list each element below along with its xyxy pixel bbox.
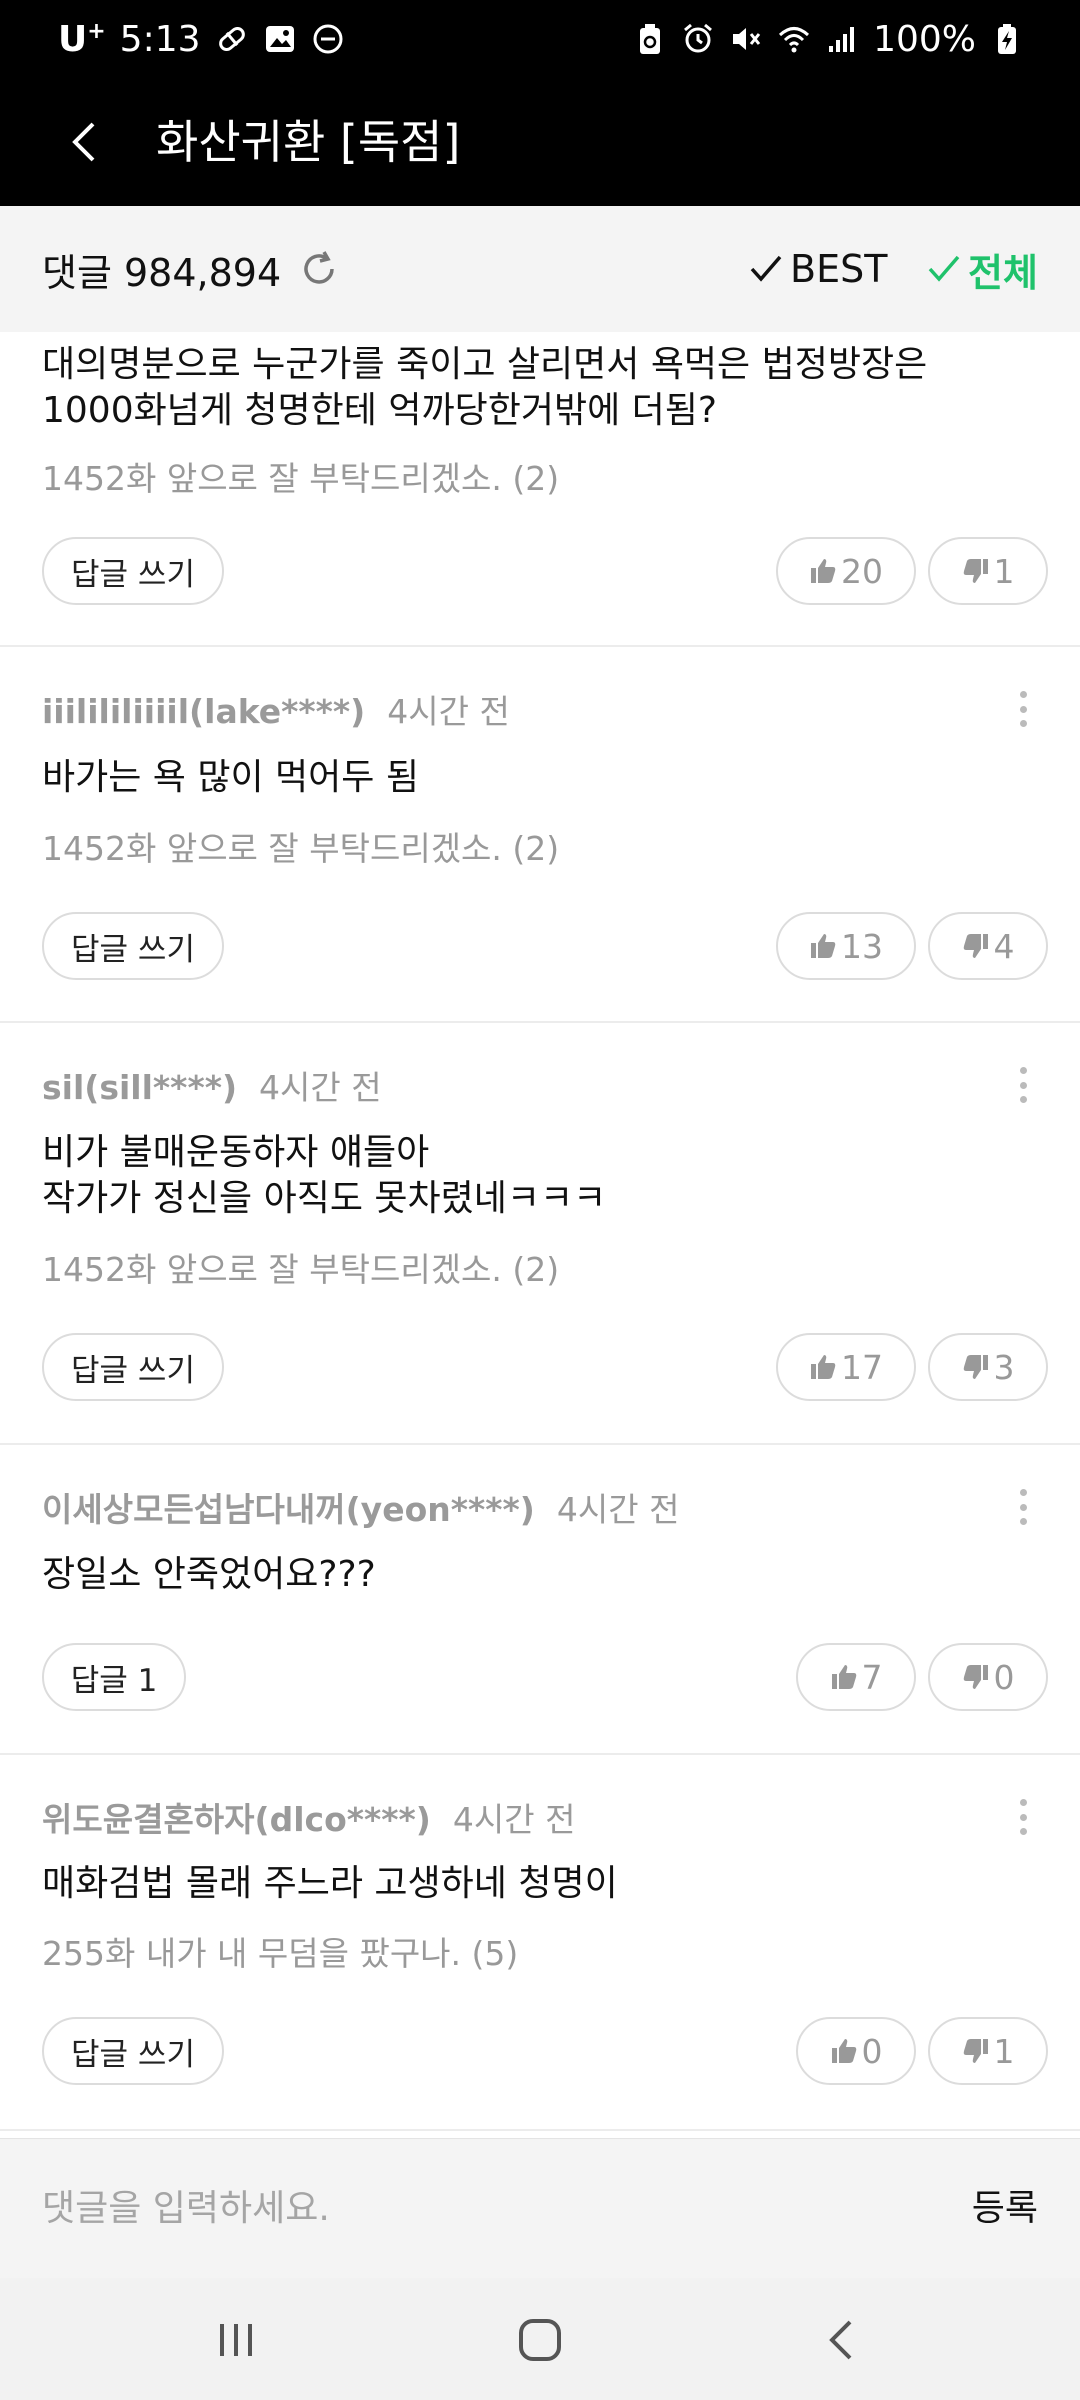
back-button[interactable] — [40, 100, 130, 184]
app-bar: 화산귀환 [독점] — [0, 78, 1080, 206]
comment-item: 이세상모든섭남다내꺼(yeon****) 4시간 전 장일소 안죽었어요??? 답… — [0, 1445, 1080, 1755]
carrier-label: U+ — [58, 18, 106, 60]
reply-button[interactable]: 답글 1 — [42, 1643, 186, 1711]
refresh-icon[interactable] — [299, 249, 339, 289]
comment-text: 장일소 안죽었어요??? — [42, 1554, 376, 1595]
system-nav-bar — [0, 2278, 1080, 2400]
filter-all-button[interactable]: 전체 — [926, 206, 1038, 332]
divider — [0, 2129, 1080, 2131]
check-icon — [928, 255, 960, 282]
comment-text: 비가 불매운동하자 얘들아 작가가 정신을 아직도 못차렸네ㅋㅋㅋ — [42, 1132, 607, 1219]
comment-item: 대의명분으로 누군가를 죽이고 살리면서 욕먹은 법정방장은 1000화넘게 청명… — [0, 332, 1080, 647]
thumbs-up-icon — [811, 934, 836, 958]
filter-best-button[interactable]: BEST — [748, 206, 887, 332]
thumbs-up-icon — [811, 1355, 836, 1379]
pill-icon — [215, 22, 249, 56]
comment-episode[interactable]: 255화 내가 내 무덤을 팠구나. (5) — [42, 1927, 518, 1975]
comment-nickname[interactable]: iiilililiiiil(lake****) — [42, 692, 365, 731]
comment-episode[interactable]: 1452화 앞으로 잘 부탁드리겠소. (2) — [42, 822, 559, 870]
thumbs-down-icon — [963, 2039, 988, 2063]
like-button[interactable]: 13 — [776, 912, 916, 980]
data-saver-icon — [633, 22, 667, 56]
comment-item: iiilililiiiil(lake****) 4시간 전 바가는 욕 많이 먹어… — [0, 647, 1080, 1023]
comment-time: 4시간 전 — [387, 692, 510, 731]
recents-icon — [220, 2324, 252, 2356]
chevron-left-icon — [829, 2320, 852, 2360]
comment-nickname[interactable]: 이세상모든섭남다내꺼(yeon****) — [42, 1490, 535, 1529]
comment-item: sil(sill****) 4시간 전 비가 불매운동하자 얘들아 작가가 정신을… — [0, 1023, 1080, 1445]
signal-icon — [825, 22, 859, 56]
reply-button[interactable]: 답글 쓰기 — [42, 537, 224, 605]
thumbs-up-icon — [811, 559, 836, 583]
comment-nickname[interactable]: sil(sill****) — [42, 1068, 237, 1107]
clock: 5:13 — [119, 18, 201, 60]
filter-all-label: 전체 — [968, 250, 1038, 295]
recents-button[interactable] — [186, 2300, 286, 2380]
thumbs-down-icon — [963, 934, 988, 958]
comment-input-bar: 댓글을 입력하세요. 등록 — [0, 2138, 1080, 2278]
like-button[interactable]: 20 — [776, 537, 916, 605]
dislike-button[interactable]: 4 — [928, 912, 1048, 980]
like-button[interactable]: 17 — [776, 1333, 916, 1401]
reply-button[interactable]: 답글 쓰기 — [42, 2017, 224, 2085]
comment-count-label: 댓글 984,894 — [42, 250, 282, 295]
status-bar: U+ 5:13 100% — [0, 0, 1080, 78]
comment-meta: 위도윤결혼하자(dlco****) 4시간 전 — [42, 1793, 575, 1841]
more-vertical-icon[interactable] — [1008, 1797, 1038, 1837]
wifi-icon — [777, 22, 811, 56]
comment-count: 댓글 984,894 — [42, 206, 339, 332]
like-button[interactable]: 7 — [796, 1643, 916, 1711]
reply-button[interactable]: 답글 쓰기 — [42, 912, 224, 980]
comment-meta: sil(sill****) 4시간 전 — [42, 1061, 382, 1109]
like-button[interactable]: 0 — [796, 2017, 916, 2085]
reply-button[interactable]: 답글 쓰기 — [42, 1333, 224, 1401]
more-vertical-icon[interactable] — [1008, 689, 1038, 729]
dnd-icon — [311, 22, 345, 56]
thumbs-down-icon — [963, 559, 988, 583]
comment-episode[interactable]: 1452화 앞으로 잘 부탁드리겠소. (2) — [42, 1243, 559, 1291]
submit-button[interactable]: 등록 — [972, 2139, 1038, 2279]
back-nav-button[interactable] — [792, 2300, 892, 2380]
dislike-button[interactable]: 1 — [928, 537, 1048, 605]
comment-time: 4시간 전 — [259, 1068, 382, 1107]
comment-text: 매화검법 몰래 주느라 고생하네 청명이 — [42, 1863, 618, 1904]
thumbs-up-icon — [831, 1665, 856, 1689]
thumbs-down-icon — [963, 1355, 988, 1379]
more-vertical-icon[interactable] — [1008, 1487, 1038, 1527]
comment-episode[interactable]: 1452화 앞으로 잘 부탁드리겠소. (2) — [42, 452, 559, 500]
home-button[interactable] — [490, 2300, 590, 2380]
page-title: 화산귀환 [독점] — [156, 115, 461, 169]
dislike-button[interactable]: 3 — [928, 1333, 1048, 1401]
comment-list[interactable]: 대의명분으로 누군가를 죽이고 살리면서 욕먹은 법정방장은 1000화넘게 청명… — [0, 332, 1080, 2138]
battery-level: 100% — [873, 18, 976, 60]
comment-input[interactable]: 댓글을 입력하세요. — [42, 2139, 330, 2279]
check-icon — [750, 255, 782, 282]
comment-text: 바가는 욕 많이 먹어두 됨 — [42, 757, 419, 798]
filter-best-label: BEST — [790, 247, 888, 291]
comment-meta: 이세상모든섭남다내꺼(yeon****) 4시간 전 — [42, 1483, 679, 1531]
more-vertical-icon[interactable] — [1008, 1065, 1038, 1105]
comments-header: 댓글 984,894 BEST 전체 — [0, 206, 1080, 332]
dislike-button[interactable]: 1 — [928, 2017, 1048, 2085]
comment-nickname[interactable]: 위도윤결혼하자(dlco****) — [42, 1800, 431, 1839]
comment-text: 대의명분으로 누군가를 죽이고 살리면서 욕먹은 법정방장은 1000화넘게 청명… — [42, 344, 928, 431]
comment-meta: iiilililiiiil(lake****) 4시간 전 — [42, 685, 510, 733]
chevron-left-icon — [72, 122, 95, 162]
battery-charging-icon — [990, 22, 1024, 56]
dislike-button[interactable]: 0 — [928, 1643, 1048, 1711]
gallery-icon — [263, 22, 297, 56]
thumbs-down-icon — [963, 1665, 988, 1689]
mute-icon — [729, 22, 763, 56]
comment-time: 4시간 전 — [556, 1490, 680, 1529]
comment-item: 위도윤결혼하자(dlco****) 4시간 전 매화검법 몰래 주느라 고생하네 … — [0, 1755, 1080, 2131]
alarm-icon — [681, 22, 715, 56]
thumbs-up-icon — [831, 2039, 856, 2063]
comment-time: 4시간 전 — [452, 1800, 576, 1839]
home-icon — [519, 2319, 561, 2361]
